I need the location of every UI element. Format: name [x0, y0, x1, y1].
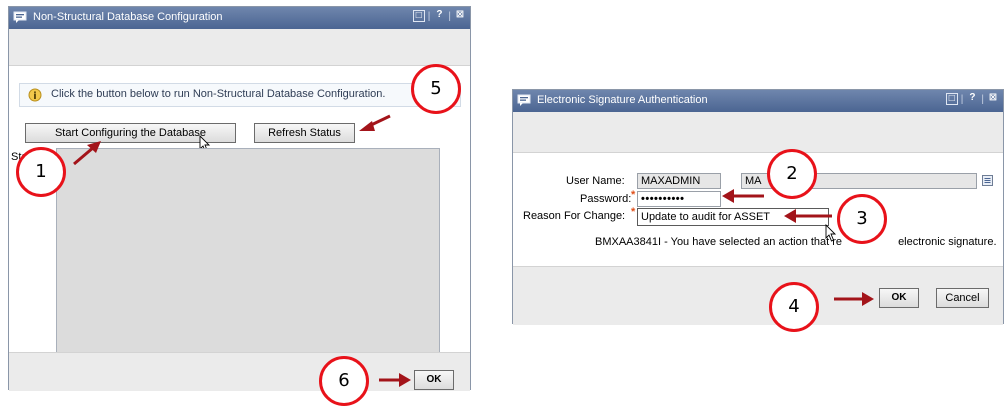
dialog-footer-band	[513, 266, 1003, 325]
password-label: Password:	[580, 193, 632, 205]
password-field[interactable]: ••••••••••	[637, 191, 721, 207]
arrow-6-icon	[379, 373, 411, 387]
arrow-2-icon	[722, 189, 764, 203]
dialog-icon	[517, 94, 531, 106]
close-icon[interactable]: ⊠	[454, 10, 466, 22]
close-icon[interactable]: ⊠	[987, 93, 999, 105]
help-icon[interactable]: ?	[433, 10, 445, 22]
info-box: i Click the button below to run Non-Stru…	[19, 83, 461, 107]
detail-menu-icon[interactable]	[982, 175, 993, 186]
dialog-toolbar-band	[9, 29, 470, 66]
callout-5: 5	[411, 64, 461, 114]
arrow-5-icon	[359, 114, 391, 131]
svg-text:i: i	[33, 91, 36, 102]
callout-6: 6	[319, 356, 369, 406]
dialog-titlebar: Electronic Signature Authentication □ | …	[513, 90, 1003, 112]
dialog-toolbar-band	[513, 112, 1003, 153]
username-label: User Name:	[566, 175, 625, 187]
info-text: Click the button below to run Non-Struct…	[51, 88, 386, 100]
dialog-title: Electronic Signature Authentication	[537, 94, 708, 106]
reason-label: Reason For Change:	[523, 210, 626, 222]
dialog-icon	[13, 11, 27, 23]
required-indicator: *	[631, 189, 636, 201]
message-prefix: BMXAA3841I - You have selected an action…	[595, 236, 843, 248]
callout-1: 1	[16, 147, 66, 197]
info-icon: i	[28, 88, 42, 102]
help-icon[interactable]: ?	[966, 93, 978, 105]
callout-4: 4	[769, 282, 819, 332]
restore-icon[interactable]: □	[945, 93, 958, 105]
message-suffix: electronic signature.	[898, 236, 997, 248]
signature-message: BMXAA3841I - You have selected an action…	[595, 236, 997, 248]
non-structural-db-dialog: Non-Structural Database Configuration □ …	[8, 6, 471, 391]
username-field[interactable]: MAXADMIN	[637, 173, 721, 189]
arrow-4-icon	[834, 292, 874, 306]
left-ok-button[interactable]: OK	[414, 370, 454, 390]
restore-icon[interactable]: □	[412, 10, 425, 22]
arrow-1-icon	[73, 141, 101, 166]
cancel-button[interactable]: Cancel	[936, 288, 989, 308]
dialog-title: Non-Structural Database Configuration	[33, 11, 223, 23]
arrow-3-icon	[784, 209, 832, 223]
callout-3: 3	[837, 194, 887, 244]
required-indicator: *	[631, 206, 636, 218]
callout-2: 2	[767, 149, 817, 199]
dialog-titlebar: Non-Structural Database Configuration □ …	[9, 7, 470, 29]
right-ok-button[interactable]: OK	[879, 288, 919, 308]
refresh-status-button[interactable]: Refresh Status	[254, 123, 355, 143]
electronic-signature-dialog: Electronic Signature Authentication □ | …	[512, 89, 1004, 325]
status-panel	[56, 148, 440, 356]
